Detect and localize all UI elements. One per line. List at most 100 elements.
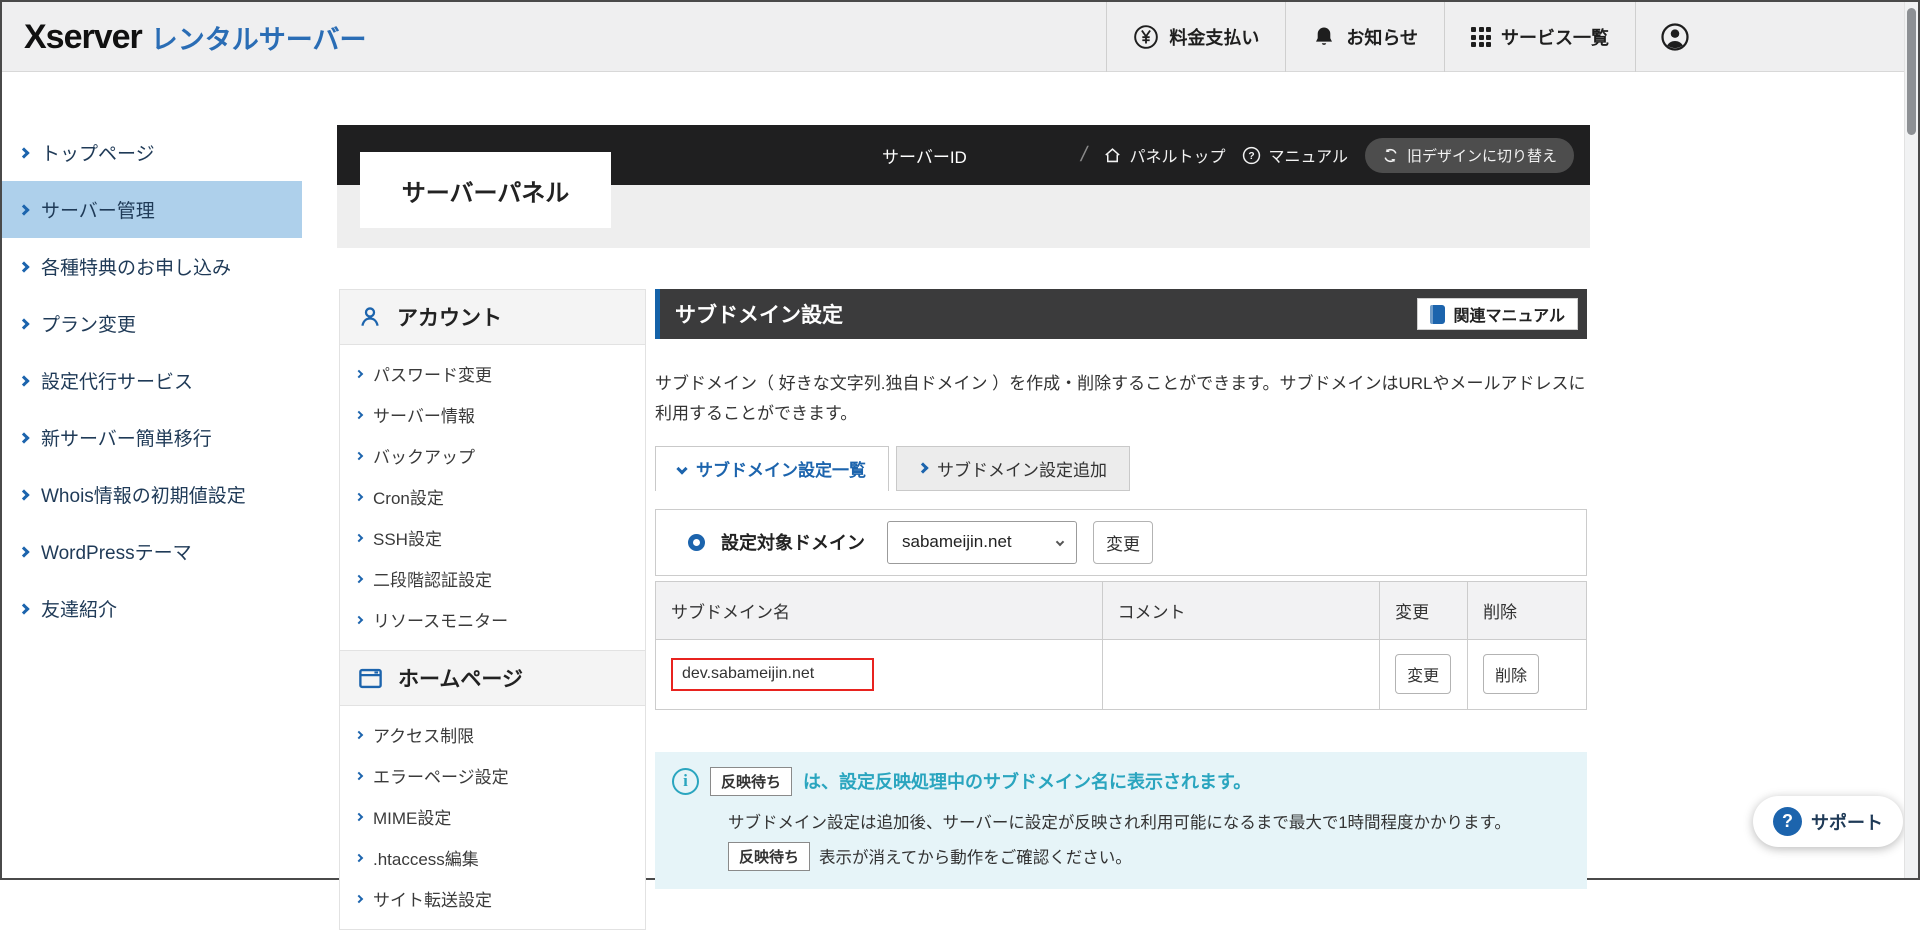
sidebar-item-label: サーバー管理 bbox=[41, 201, 155, 222]
menu-item-access-restriction[interactable]: アクセス制限 bbox=[340, 714, 645, 755]
yen-circle-icon bbox=[1133, 24, 1159, 50]
change-cell: 変更 bbox=[1379, 638, 1469, 710]
user-circle-icon bbox=[1660, 22, 1690, 52]
subdomain-name-highlighted: dev.sabameijin.net bbox=[671, 657, 874, 691]
account-menu-item[interactable] bbox=[1635, 2, 1713, 72]
server-panel-logo[interactable]: サーバーパネル bbox=[360, 152, 611, 228]
target-domain-label: 設定対象ドメイン bbox=[721, 533, 865, 553]
bell-icon bbox=[1312, 24, 1336, 50]
panel-top-label: パネルトップ bbox=[1129, 149, 1226, 166]
panel-menu: アカウント パスワード変更 サーバー情報 バックアップ Cron設定 SSH設定 bbox=[339, 289, 646, 930]
chevron-right-icon bbox=[18, 317, 30, 330]
payment-menu-item[interactable]: 料金支払い bbox=[1106, 2, 1285, 72]
menu-item-resource-monitor[interactable]: リソースモニター bbox=[340, 599, 645, 640]
account-section-header: アカウント bbox=[340, 290, 645, 345]
menu-item-ssh[interactable]: SSH設定 bbox=[340, 517, 645, 558]
menu-item-label: MIME設定 bbox=[373, 809, 452, 828]
chevron-right-icon bbox=[917, 462, 929, 474]
sidebar-item-label: 設定代行サービス bbox=[41, 372, 194, 393]
switch-design-icon bbox=[1382, 147, 1399, 164]
sidebar-item-referral[interactable]: 友達紹介 bbox=[2, 580, 302, 637]
manual-link[interactable]: ? マニュアル bbox=[1242, 143, 1348, 167]
menu-item-label: SSH設定 bbox=[373, 530, 442, 549]
chevron-right-icon bbox=[354, 451, 364, 460]
chevron-right-icon bbox=[354, 615, 364, 624]
menu-item-mime[interactable]: MIME設定 bbox=[340, 796, 645, 837]
menu-item-site-redirect[interactable]: サイト転送設定 bbox=[340, 878, 645, 919]
chevron-right-icon bbox=[18, 602, 30, 615]
sidebar-item-label: トップページ bbox=[41, 144, 155, 165]
sidebar-item-setup-agency[interactable]: 設定代行サービス bbox=[2, 352, 302, 409]
related-manual-button[interactable]: 関連マニュアル bbox=[1417, 298, 1578, 330]
menu-item-label: 二段階認証設定 bbox=[373, 571, 492, 590]
switch-design-label: 旧デザインに切り替え bbox=[1406, 147, 1557, 165]
server-id-label: サーバーID bbox=[882, 147, 967, 167]
tab-subdomain-list[interactable]: サブドメイン設定一覧 bbox=[655, 445, 889, 491]
sidebar-item-wordpress-theme[interactable]: WordPressテーマ bbox=[2, 523, 302, 580]
change-domain-button[interactable]: 変更 bbox=[1093, 520, 1153, 564]
services-menu-item[interactable]: サービス一覧 bbox=[1444, 2, 1635, 72]
target-domain-box: 設定対象ドメイン sabameijin.net 変更 bbox=[655, 508, 1587, 576]
tab-subdomain-add[interactable]: サブドメイン設定追加 bbox=[896, 445, 1130, 491]
chevron-right-icon bbox=[354, 771, 364, 780]
chevron-down-icon bbox=[676, 462, 688, 475]
services-label: サービス一覧 bbox=[1501, 28, 1609, 48]
menu-item-label: バックアップ bbox=[373, 448, 475, 467]
vertical-scrollbar[interactable] bbox=[1904, 2, 1918, 878]
pending-badge: 反映待ち bbox=[710, 766, 793, 796]
menu-item-server-info[interactable]: サーバー情報 bbox=[340, 394, 645, 435]
domain-select-value: sabameijin.net bbox=[902, 532, 1012, 551]
chevron-down-icon bbox=[1055, 537, 1065, 547]
menu-item-htaccess[interactable]: .htaccess編集 bbox=[340, 837, 645, 878]
chevron-right-icon bbox=[354, 730, 364, 739]
support-button[interactable]: ? サポート bbox=[1753, 796, 1903, 847]
sidebar-item-label: プラン変更 bbox=[41, 315, 137, 336]
homepage-section: ホームページ アクセス制限 エラーページ設定 MIME設定 .htaccess編… bbox=[339, 651, 646, 930]
chevron-right-icon bbox=[18, 203, 30, 216]
chevron-right-icon bbox=[18, 545, 30, 558]
xserver-logo[interactable]: Xserver レンタルサーバー bbox=[24, 2, 367, 72]
manual-label: マニュアル bbox=[1268, 149, 1348, 166]
menu-item-two-factor[interactable]: 二段階認証設定 bbox=[340, 558, 645, 599]
chevron-right-icon bbox=[18, 488, 30, 501]
menu-item-error-page[interactable]: エラーページ設定 bbox=[340, 755, 645, 796]
panel-nav: / パネルトップ ? マニュアル 旧デザインに切り替え bbox=[1078, 125, 1574, 185]
sidebar-item-top-page[interactable]: トップページ bbox=[2, 124, 302, 181]
scrollbar-thumb[interactable] bbox=[1907, 8, 1916, 135]
domain-select[interactable]: sabameijin.net bbox=[887, 520, 1077, 564]
sidebar-item-label: Whois情報の初期値設定 bbox=[41, 486, 246, 507]
account-section: アカウント パスワード変更 サーバー情報 バックアップ Cron設定 SSH設定 bbox=[339, 289, 646, 651]
info-line2-text: サブドメイン設定は追加後、サーバーに設定が反映され利用可能になるまで最大で1時間… bbox=[728, 813, 1511, 832]
info-icon: i bbox=[672, 767, 699, 795]
menu-item-cron[interactable]: Cron設定 bbox=[340, 476, 645, 517]
chevron-right-icon bbox=[18, 374, 30, 387]
news-label: お知らせ bbox=[1346, 28, 1418, 48]
menu-item-label: サーバー情報 bbox=[373, 407, 475, 426]
sidebar-item-label: 各種特典のお申し込み bbox=[41, 258, 232, 279]
info-line3-text: 表示が消えてから動作をご確認ください。 bbox=[819, 849, 1132, 867]
person-icon bbox=[357, 304, 383, 330]
panel-header-bar: サーバーパネル サーバーID / パネルトップ ? マニュアル 旧デザインに切り… bbox=[337, 125, 1590, 228]
sidebar-item-benefits[interactable]: 各種特典のお申し込み bbox=[2, 238, 302, 295]
payment-label: 料金支払い bbox=[1169, 28, 1260, 48]
browser-window-icon bbox=[357, 665, 384, 692]
sidebar-item-server-migration[interactable]: 新サーバー簡単移行 bbox=[2, 409, 302, 466]
sidebar-item-server-management[interactable]: サーバー管理 bbox=[2, 181, 302, 238]
info-line1-text: は、設定反映処理中のサブドメイン名に表示されます。 bbox=[803, 772, 1252, 792]
menu-item-password-change[interactable]: パスワード変更 bbox=[340, 353, 645, 394]
news-menu-item[interactable]: お知らせ bbox=[1285, 2, 1444, 72]
pending-badge: 反映待ち bbox=[728, 841, 811, 871]
change-button[interactable]: 変更 bbox=[1395, 654, 1452, 694]
panel-top-link[interactable]: パネルトップ bbox=[1103, 143, 1225, 167]
col-header-comment: コメント bbox=[1101, 580, 1381, 640]
delete-button[interactable]: 削除 bbox=[1483, 654, 1540, 694]
switch-old-design-button[interactable]: 旧デザインに切り替え bbox=[1364, 137, 1574, 173]
menu-item-backup[interactable]: バックアップ bbox=[340, 435, 645, 476]
logo-brand-text: Xserver bbox=[24, 17, 143, 56]
sidebar-item-whois-defaults[interactable]: Whois情報の初期値設定 bbox=[2, 466, 302, 523]
xserver-server-panel-page: { "header": { "logo_brand": "Xserver", "… bbox=[0, 0, 1920, 930]
header-menu: 料金支払い お知らせ サービス一覧 bbox=[1106, 2, 1713, 72]
sidebar-item-plan-change[interactable]: プラン変更 bbox=[2, 295, 302, 352]
chevron-right-icon bbox=[18, 260, 30, 273]
chevron-right-icon bbox=[354, 533, 364, 542]
